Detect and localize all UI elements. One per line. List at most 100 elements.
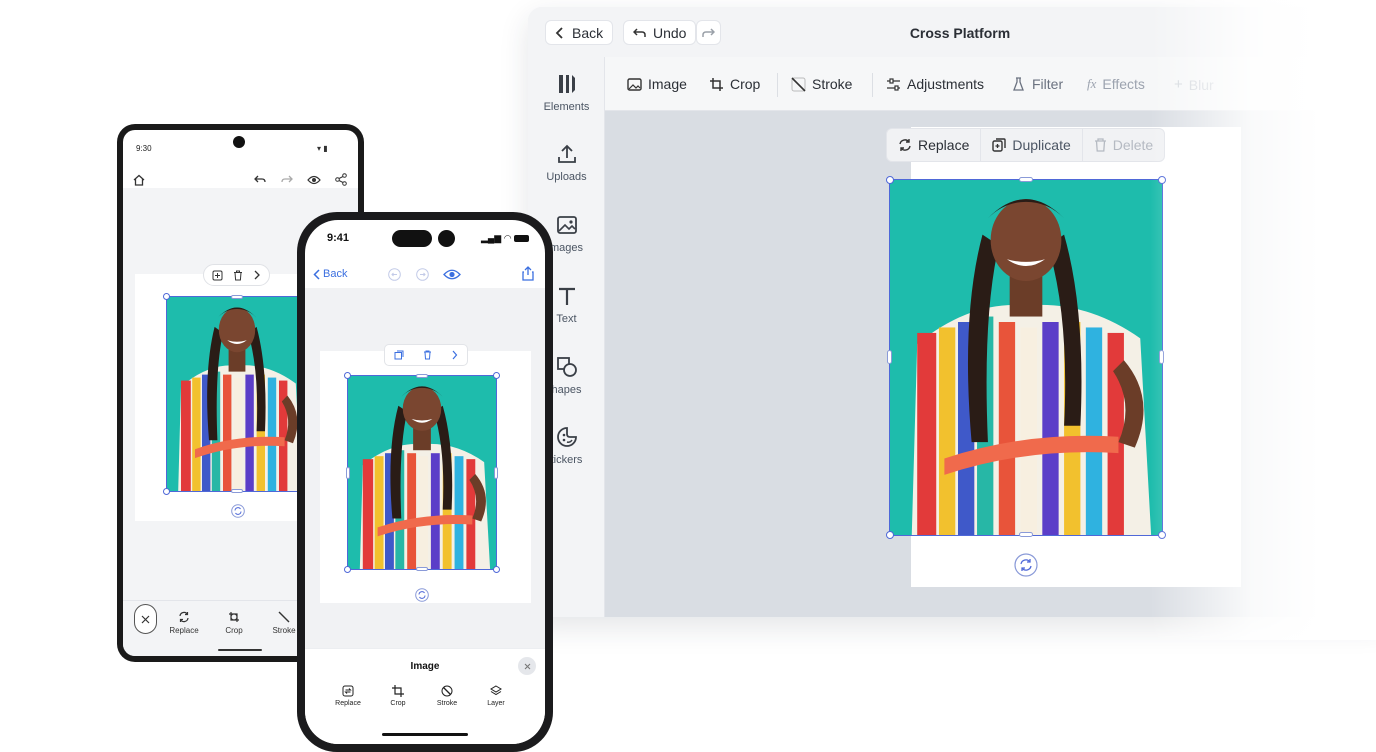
sidebar-item-label: mages — [549, 242, 584, 254]
resize-handle[interactable] — [163, 488, 170, 495]
resize-handle[interactable] — [493, 566, 500, 573]
chevron-right-icon[interactable] — [451, 350, 458, 360]
dynamic-island — [392, 230, 432, 247]
resize-handle[interactable] — [887, 350, 892, 364]
resize-handle[interactable] — [494, 467, 498, 479]
tool-label: Replace — [335, 700, 361, 707]
home-indicator[interactable] — [382, 733, 468, 736]
ios-tool-crop[interactable]: Crop — [378, 685, 418, 707]
android-selected-photo[interactable] — [166, 296, 308, 492]
android-tool-replace[interactable]: Replace — [159, 611, 209, 635]
desktop-selected-photo[interactable] — [889, 179, 1163, 536]
tool-stroke[interactable]: Stroke — [791, 76, 852, 92]
sheet-close-button[interactable] — [518, 657, 536, 675]
sliders-icon — [887, 77, 900, 91]
redo-icon[interactable] — [416, 268, 429, 281]
tool-label: Stroke — [272, 626, 296, 635]
tool-adjustments[interactable]: Adjustments — [886, 76, 984, 92]
desktop-topbar: Back Undo Cross Platform — [528, 7, 1376, 57]
resize-handle[interactable] — [163, 293, 170, 300]
tool-image[interactable]: Image — [627, 76, 687, 92]
trash-icon[interactable] — [423, 350, 432, 360]
ios-back-button[interactable]: Back — [313, 268, 347, 280]
battery-icon: ▮ — [323, 144, 328, 153]
resize-handle[interactable] — [493, 372, 500, 379]
sticker-icon — [556, 427, 577, 447]
share-icon[interactable] — [335, 173, 347, 186]
eye-icon[interactable] — [307, 174, 321, 186]
resize-handle[interactable] — [886, 531, 894, 539]
tool-label: Image — [648, 76, 687, 92]
ios-tool-stroke[interactable]: Stroke — [427, 685, 467, 707]
close-button[interactable] — [134, 604, 157, 634]
tool-filter[interactable]: Filter — [1011, 76, 1063, 92]
status-time: 9:41 — [327, 232, 350, 244]
rotate-icon[interactable] — [415, 588, 429, 602]
ios-tool-replace[interactable]: Replace — [328, 685, 368, 707]
tool-blur[interactable]: + Blur — [1174, 76, 1214, 93]
sidebar-item-uploads[interactable]: Uploads — [528, 143, 605, 183]
replace-icon — [179, 611, 189, 623]
resize-handle[interactable] — [886, 176, 894, 184]
iphone-screen: 9:41 ▂▄▆ ◠ Back Image Replace Crop Strok… — [305, 220, 545, 744]
resize-handle[interactable] — [416, 374, 428, 378]
resize-handle[interactable] — [1019, 177, 1033, 182]
eye-icon[interactable] — [443, 268, 461, 281]
chevron-right-icon[interactable] — [253, 270, 261, 280]
nav-bar-handle[interactable] — [218, 649, 262, 651]
camera-icon — [233, 136, 245, 148]
replace-icon — [342, 685, 354, 697]
trash-icon[interactable] — [233, 270, 243, 281]
ios-selected-photo[interactable] — [347, 375, 497, 570]
duplicate-icon[interactable] — [212, 270, 223, 281]
redo-icon[interactable] — [281, 174, 293, 186]
tool-label: Filter — [1032, 76, 1064, 92]
upload-icon — [557, 144, 576, 163]
resize-handle[interactable] — [416, 567, 428, 571]
iphone: 9:41 ▂▄▆ ◠ Back Image Replace Crop Strok… — [297, 212, 553, 752]
duplicate-icon[interactable] — [394, 350, 404, 360]
resize-handle[interactable] — [1158, 531, 1166, 539]
window-title: Cross Platform — [909, 25, 1011, 41]
android-tool-crop[interactable]: Crop — [209, 611, 259, 635]
duplicate-button[interactable]: Duplicate — [980, 128, 1081, 162]
rotate-icon[interactable] — [1014, 553, 1038, 577]
home-icon[interactable] — [133, 174, 145, 186]
shapes-icon — [556, 357, 577, 377]
resize-handle[interactable] — [231, 489, 243, 493]
replace-button[interactable]: Replace — [887, 128, 980, 162]
layers-icon — [490, 685, 502, 696]
trash-icon — [1094, 138, 1106, 152]
duplicate-icon — [992, 138, 1007, 152]
tool-label: Crop — [225, 626, 243, 635]
tool-label: Replace — [169, 626, 199, 635]
delete-label: Delete — [1112, 137, 1154, 153]
text-icon — [558, 287, 575, 305]
undo-icon[interactable] — [254, 174, 266, 186]
delete-button[interactable]: Delete — [1081, 128, 1164, 162]
sidebar-item-label: Elements — [543, 101, 590, 113]
resize-handle[interactable] — [1159, 350, 1164, 364]
undo-icon[interactable] — [388, 268, 401, 281]
sidebar-item-label: Text — [556, 313, 577, 325]
resize-handle[interactable] — [231, 295, 243, 299]
resize-handle[interactable] — [1158, 176, 1166, 184]
wifi-icon: ▾ — [317, 144, 322, 153]
android-context-toolbar — [203, 264, 270, 286]
ios-tool-layer[interactable]: Layer — [476, 685, 516, 707]
resize-handle[interactable] — [344, 566, 351, 573]
sidebar-item-elements[interactable]: Elements — [528, 73, 605, 113]
resize-handle[interactable] — [1019, 532, 1033, 537]
duplicate-label: Duplicate — [1012, 137, 1071, 153]
tool-crop[interactable]: Crop — [709, 76, 760, 92]
elements-icon — [558, 75, 575, 93]
rotate-icon[interactable] — [231, 504, 245, 518]
tool-label: Stroke — [812, 76, 853, 92]
resize-handle[interactable] — [344, 372, 351, 379]
tool-effects[interactable]: fx Effects — [1087, 76, 1145, 92]
tool-label: Crop — [390, 700, 406, 707]
status-icons: ▂▄▆ ◠ — [481, 233, 530, 244]
resize-handle[interactable] — [346, 467, 350, 479]
tool-label: Layer — [487, 700, 505, 707]
share-icon[interactable] — [522, 266, 534, 281]
